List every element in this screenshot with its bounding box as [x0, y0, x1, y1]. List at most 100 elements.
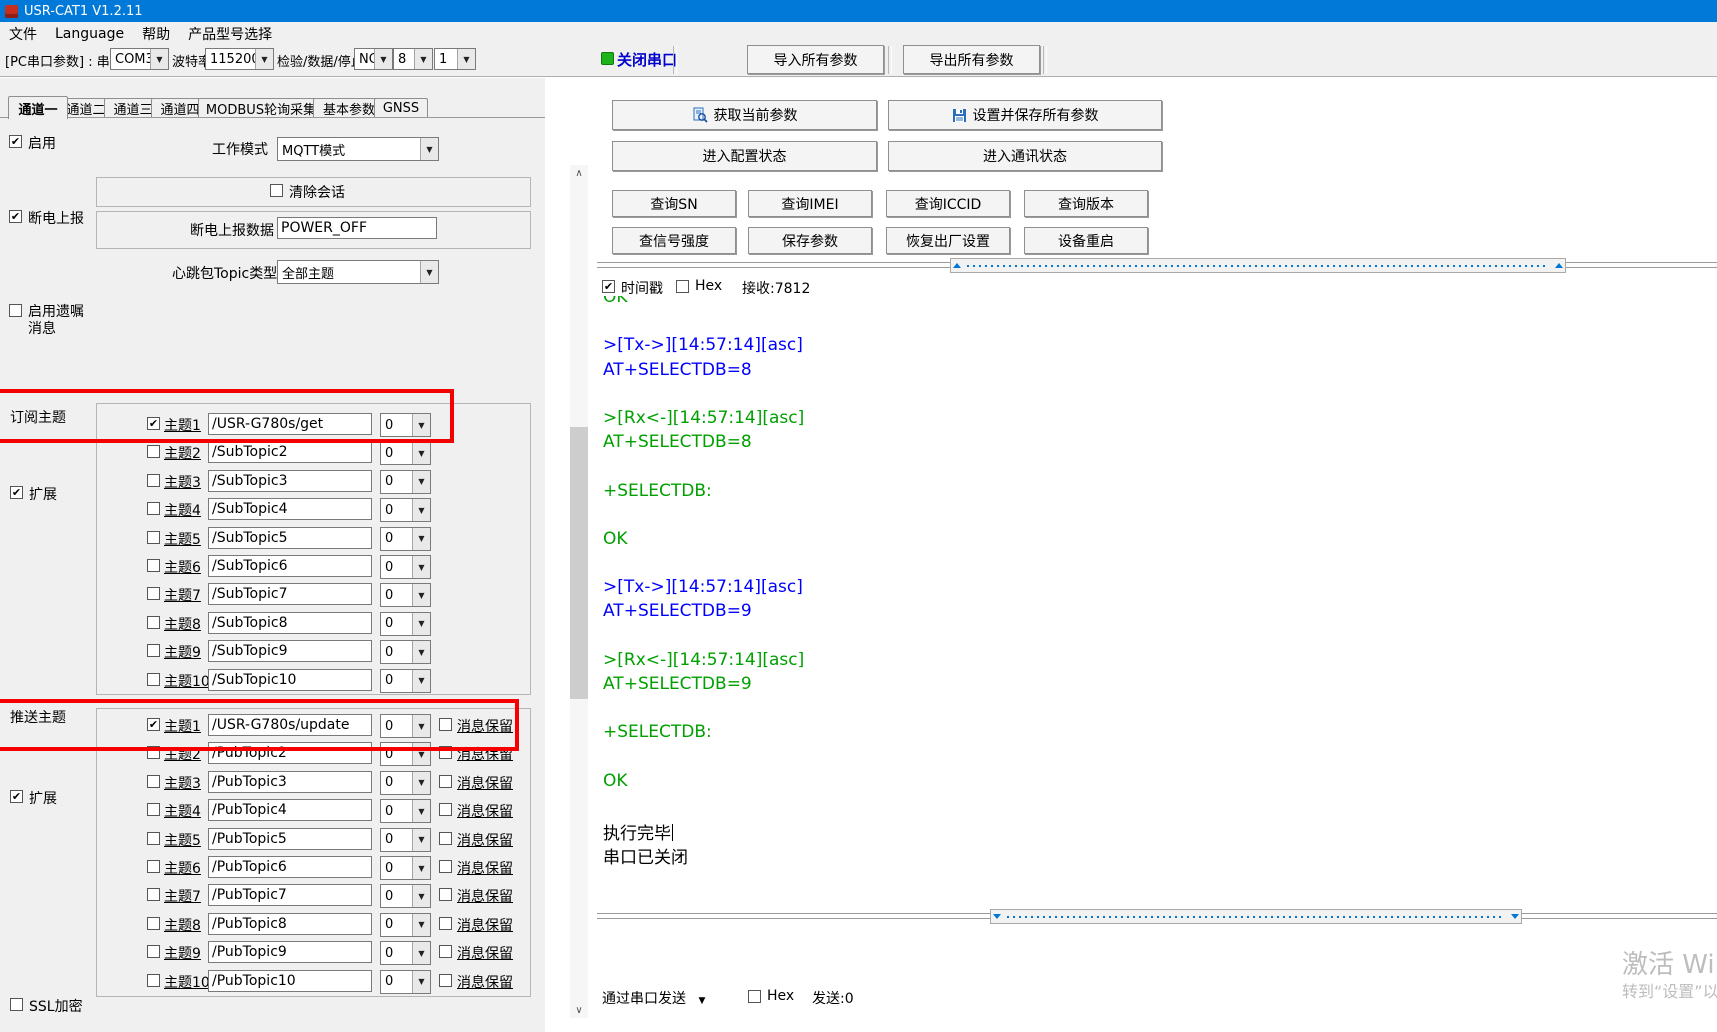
chevron-down-icon[interactable]: ▼ [412, 641, 430, 663]
qos-select[interactable]: 0▼ [380, 441, 431, 465]
qos-select[interactable]: 0▼ [380, 714, 431, 738]
topic-input[interactable] [208, 884, 372, 906]
topic-enable-checkbox[interactable] [147, 531, 160, 544]
chevron-down-icon[interactable]: ▼ [412, 743, 430, 765]
chevron-down-icon[interactable]: ▼ [412, 442, 430, 464]
topic-input[interactable] [208, 640, 372, 662]
chevron-down-icon[interactable]: ▼ [412, 414, 430, 436]
chevron-down-icon[interactable]: ▼ [412, 885, 430, 907]
qos-select[interactable]: 0▼ [380, 913, 431, 937]
chevron-down-icon[interactable]: ▼ [412, 971, 430, 993]
topic-enable-checkbox[interactable] [147, 832, 160, 845]
topic-input[interactable] [208, 612, 372, 634]
retain-checkbox[interactable] [439, 917, 452, 930]
qos-select[interactable]: 0▼ [380, 771, 431, 795]
import-params-button[interactable]: 导入所有参数 [747, 45, 884, 74]
chevron-down-icon[interactable]: ▼ [420, 261, 438, 283]
chevron-down-icon[interactable]: ▼ [412, 584, 430, 606]
retain-checkbox[interactable] [439, 974, 452, 987]
topic-enable-checkbox[interactable] [147, 860, 160, 873]
enter-config-button[interactable]: 进入配置状态 [612, 141, 877, 171]
topic-enable-checkbox[interactable] [147, 888, 160, 901]
qos-select[interactable]: 0▼ [380, 583, 431, 607]
chevron-down-icon[interactable]: ▼ [457, 49, 475, 69]
topic-enable-checkbox[interactable] [147, 803, 160, 816]
scrollbar-thumb[interactable] [570, 427, 588, 699]
retain-checkbox[interactable] [439, 746, 452, 759]
menu-file[interactable]: 文件 [0, 22, 46, 46]
topic-input[interactable] [208, 470, 372, 492]
chevron-down-icon[interactable]: ▼ [374, 49, 392, 69]
qos-select[interactable]: 0▼ [380, 884, 431, 908]
com-port-select[interactable]: COM3▼ [110, 48, 169, 70]
topic-input[interactable] [208, 441, 372, 463]
retain-checkbox[interactable] [439, 803, 452, 816]
qos-select[interactable]: 0▼ [380, 612, 431, 636]
qos-select[interactable]: 0▼ [380, 799, 431, 823]
send-via-serial-button[interactable]: 通过串口发送 ▼ [602, 988, 705, 1008]
baud-select[interactable]: 115200▼ [205, 48, 274, 70]
query-signal-button[interactable]: 查信号强度 [612, 227, 736, 254]
chevron-down-icon[interactable]: ▼ [414, 49, 432, 69]
qos-select[interactable]: 0▼ [380, 640, 431, 664]
splitter-arrow-icon[interactable] [1511, 914, 1519, 919]
qos-select[interactable]: 0▼ [380, 470, 431, 494]
send-hex-checkbox[interactable] [748, 990, 761, 1003]
topic-input[interactable] [208, 669, 372, 691]
retain-checkbox[interactable] [439, 888, 452, 901]
menu-help[interactable]: 帮助 [133, 22, 179, 46]
enter-comm-button[interactable]: 进入通讯状态 [888, 141, 1162, 171]
topic-input[interactable] [208, 828, 372, 850]
topic-input[interactable] [208, 413, 372, 435]
query-iccid-button[interactable]: 查询ICCID [886, 190, 1010, 217]
tab-channel-1[interactable]: 通道一 [8, 96, 68, 119]
topic-input[interactable] [208, 970, 372, 992]
topic-enable-checkbox[interactable] [147, 474, 160, 487]
qos-select[interactable]: 0▼ [380, 413, 431, 437]
tab-modbus[interactable]: MODBUS轮询采集 [198, 98, 324, 118]
topic-enable-checkbox[interactable] [147, 559, 160, 572]
save-params-button[interactable]: 保存参数 [748, 227, 872, 254]
chevron-down-icon[interactable]: ▼ [412, 670, 430, 692]
topic-enable-checkbox[interactable] [147, 974, 160, 987]
chevron-down-icon[interactable]: ▼ [420, 138, 438, 160]
query-sn-button[interactable]: 查询SN [612, 190, 736, 217]
topic-enable-checkbox[interactable] [147, 644, 160, 657]
heartbeat-topic-select[interactable]: 全部主题▼ [277, 260, 439, 284]
splitter-arrow-icon[interactable] [993, 914, 1001, 919]
query-version-button[interactable]: 查询版本 [1024, 190, 1148, 217]
topic-input[interactable] [208, 771, 372, 793]
topic-input[interactable] [208, 714, 372, 736]
qos-select[interactable]: 0▼ [380, 970, 431, 994]
serial-log[interactable]: OK >[Tx->][14:57:14][asc]AT+SELECTDB=8 >… [603, 296, 1703, 908]
chevron-down-icon[interactable]: ▼ [412, 857, 430, 879]
chevron-down-icon[interactable]: ▼ [412, 942, 430, 964]
ssl-checkbox[interactable] [10, 998, 23, 1011]
retain-checkbox[interactable] [439, 775, 452, 788]
topic-input[interactable] [208, 498, 372, 520]
chevron-down-icon[interactable]: ▼ [412, 914, 430, 936]
set-save-params-button[interactable]: 设置并保存所有参数 [888, 100, 1162, 130]
export-params-button[interactable]: 导出所有参数 [903, 45, 1040, 74]
top-splitter-handle[interactable] [950, 258, 1566, 273]
retain-checkbox[interactable] [439, 945, 452, 958]
chevron-down-icon[interactable]: ▼ [412, 800, 430, 822]
qos-select[interactable]: 0▼ [380, 941, 431, 965]
topic-enable-checkbox[interactable] [147, 616, 160, 629]
chevron-down-icon[interactable]: ▼ [412, 715, 430, 737]
chevron-down-icon[interactable]: ▼ [412, 556, 430, 578]
close-port-button[interactable]: 关闭串口 [617, 49, 677, 70]
extend-pub-checkbox[interactable]: ✔ [10, 790, 23, 803]
chevron-down-icon[interactable]: ▼ [412, 613, 430, 635]
left-panel-scrollbar[interactable]: ∧ ∨ [570, 165, 588, 1018]
work-mode-select[interactable]: MQTT模式▼ [277, 137, 439, 161]
power-report-checkbox[interactable]: ✔ [9, 210, 22, 223]
retain-checkbox[interactable] [439, 860, 452, 873]
topic-enable-checkbox[interactable] [147, 917, 160, 930]
scroll-down-icon[interactable]: ∨ [570, 1002, 588, 1018]
topic-input[interactable] [208, 913, 372, 935]
chevron-down-icon[interactable]: ▼ [412, 829, 430, 851]
topic-enable-checkbox[interactable] [147, 502, 160, 515]
extend-sub-checkbox[interactable]: ✔ [10, 486, 23, 499]
hex-display-checkbox[interactable] [676, 280, 689, 293]
